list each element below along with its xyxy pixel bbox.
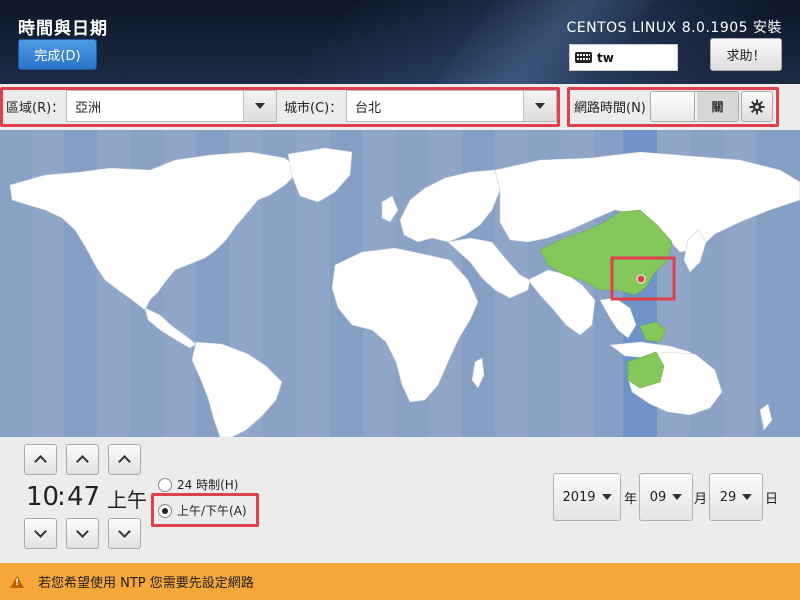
time-separator: : bbox=[57, 482, 66, 512]
city-marker[interactable] bbox=[636, 274, 646, 284]
year-value: 2019 bbox=[562, 489, 596, 505]
chevron-down-icon bbox=[118, 525, 131, 538]
ntp-settings-button[interactable] bbox=[741, 91, 773, 122]
warning-text: 若您希望使用 NTP 您需要先設定網路 bbox=[38, 576, 254, 591]
location-controls: 區域(R)： 亞洲 城市(C)： 台北 網路時間(N) 關 bbox=[0, 84, 800, 130]
network-time-toggle[interactable]: 關 bbox=[650, 91, 739, 122]
region-value: 亞洲 bbox=[75, 100, 102, 116]
keyboard-layout-indicator[interactable]: tw bbox=[569, 44, 678, 71]
format-24h-label: 24 時制(H) bbox=[177, 478, 239, 492]
day-value: 29 bbox=[719, 489, 737, 505]
region-label: 區域(R)： bbox=[6, 101, 65, 116]
timezone-map[interactable] bbox=[0, 130, 800, 437]
city-dropdown[interactable]: 台北 bbox=[346, 90, 557, 122]
done-button[interactable]: 完成(D) bbox=[18, 39, 97, 70]
minute-up-button[interactable] bbox=[66, 444, 99, 475]
radio-indicator bbox=[158, 503, 172, 518]
chevron-down-icon bbox=[742, 494, 753, 500]
day-unit: 日 bbox=[765, 492, 779, 507]
month-unit: 月 bbox=[694, 492, 708, 507]
region-dropdown[interactable]: 亞洲 bbox=[66, 90, 277, 122]
keyboard-layout-label: tw bbox=[597, 50, 614, 65]
warning-icon: ! bbox=[10, 575, 24, 588]
city-value: 台北 bbox=[355, 100, 382, 116]
chevron-down-icon bbox=[34, 525, 47, 538]
month-value: 09 bbox=[649, 489, 667, 505]
world-map-image bbox=[0, 130, 800, 437]
toggle-state-label: 關 bbox=[697, 92, 738, 121]
gear-icon bbox=[749, 99, 765, 114]
format-24h-radio[interactable]: 24 時制(H) bbox=[158, 476, 238, 493]
chevron-up-icon bbox=[76, 455, 89, 468]
keyboard-icon bbox=[575, 52, 592, 63]
minute-down-button[interactable] bbox=[66, 518, 99, 549]
hour-down-button[interactable] bbox=[24, 518, 57, 549]
network-time-label: 網路時間(N) bbox=[574, 101, 646, 116]
warning-bar: ! 若您希望使用 NTP 您需要先設定網路 bbox=[0, 563, 800, 600]
chevron-down-icon bbox=[76, 525, 89, 538]
radio-indicator bbox=[158, 477, 172, 492]
format-ampm-label: 上午/下午(A) bbox=[177, 504, 247, 518]
help-button[interactable]: 求助！ bbox=[710, 38, 782, 71]
ampm-down-button[interactable] bbox=[108, 518, 141, 549]
day-dropdown[interactable]: 29 bbox=[709, 473, 763, 521]
chevron-down-icon bbox=[672, 494, 683, 500]
chevron-down-icon bbox=[523, 91, 556, 121]
month-dropdown[interactable]: 09 bbox=[639, 473, 693, 521]
format-ampm-radio[interactable]: 上午/下午(A) bbox=[158, 502, 247, 519]
year-unit: 年 bbox=[624, 492, 638, 507]
page-title: 時間與日期 bbox=[18, 19, 108, 39]
toggle-knob bbox=[651, 92, 695, 121]
city-label: 城市(C)： bbox=[284, 101, 343, 116]
chevron-up-icon bbox=[34, 455, 47, 468]
ampm-up-button[interactable] bbox=[108, 444, 141, 475]
ampm-display: 上午 bbox=[107, 488, 147, 512]
header-bar: 時間與日期 完成(D) CENTOS LINUX 8.0.1905 安裝 tw … bbox=[0, 0, 800, 84]
year-dropdown[interactable]: 2019 bbox=[553, 473, 621, 521]
hour-up-button[interactable] bbox=[24, 444, 57, 475]
chevron-down-icon bbox=[243, 91, 276, 121]
minutes-display: 47 bbox=[67, 482, 101, 512]
chevron-up-icon bbox=[118, 455, 131, 468]
chevron-down-icon bbox=[601, 494, 612, 500]
product-title: CENTOS LINUX 8.0.1905 安裝 bbox=[566, 20, 782, 36]
hours-display: 10 bbox=[26, 482, 60, 512]
